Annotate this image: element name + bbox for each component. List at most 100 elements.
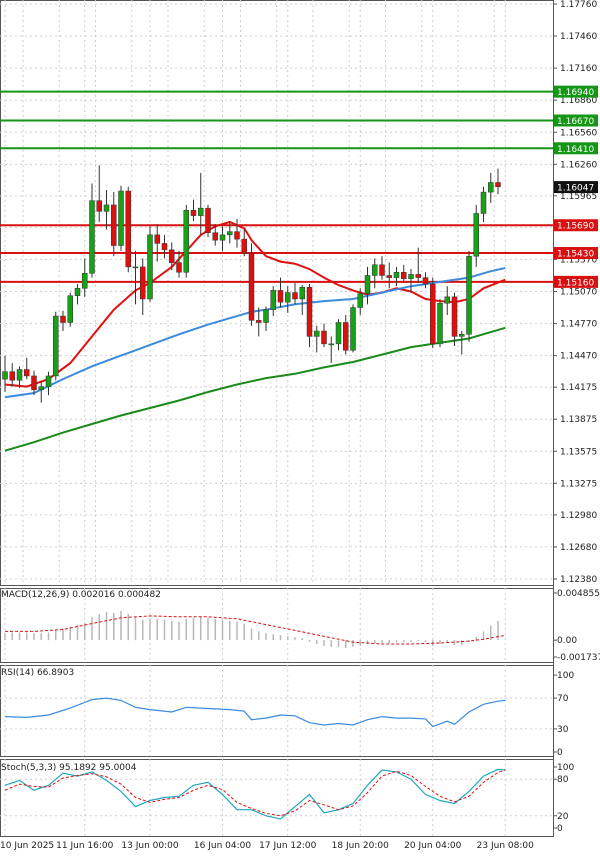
candle-body [183,210,189,273]
candle-body [169,249,175,263]
rsi-tick-label: 30 [557,725,569,735]
rsi-panel: RSI(14) 66.8903 [0,668,553,730]
candle-body [364,275,371,294]
resistance-level-label: 1.16940 [557,88,594,98]
candle-body [488,182,494,193]
current-price-label: 1.16047 [557,184,594,194]
time-tick-label: 20 Jun 04:00 [404,841,461,851]
stochastic-tick-label: 80 [557,775,569,785]
candle-body [263,309,269,323]
support-level-label: 1.15690 [557,222,594,232]
macd-panel: MACD(12,26,9) 0.002016 0.000482 [1,590,506,648]
candle-body [212,232,218,241]
candle-body [321,330,327,345]
candle-body [234,231,240,240]
candle-body [82,273,88,289]
rsi-line [4,697,506,728]
candle-body [459,334,465,337]
resistance-level-label: 1.16410 [557,145,594,155]
stochastic-tick-label: 0 [557,824,563,834]
stochastic-panel: Stoch(5,3,3) 95.1892 95.0004 [0,763,553,820]
candle-body [67,295,73,323]
stochastic-d-line [4,769,506,817]
candle-body [285,292,291,303]
candle-body [147,234,153,300]
candle-body [205,207,211,233]
candle-body [379,264,385,276]
candle-body [480,191,487,214]
price-tick-label: 1.16560 [560,128,597,138]
candlestick-layer [2,165,501,403]
candle-body [415,274,421,278]
time-tick-label: 16 Jun 04:00 [194,841,251,851]
candle-body [292,292,298,300]
price-tick-label: 1.16260 [560,160,597,170]
candle-body [314,330,320,337]
price-tick-label: 1.14470 [560,352,597,362]
candle-body [422,277,429,285]
macd-tick-label: 0.00 [557,636,577,646]
price-tick-label: 1.13575 [560,447,597,457]
candle-body [393,272,400,278]
macd-signal-line [5,615,506,645]
support-level-label: 1.15430 [557,250,594,260]
candle-body [176,262,182,273]
candle-body [45,375,52,387]
macd-label: MACD(12,26,9) 0.002016 0.000482 [1,590,161,600]
candle-body [24,369,30,377]
candle-body [299,286,305,300]
support-level-label: 1.15160 [557,278,594,288]
candle-body [2,371,8,380]
candle-body [248,252,255,321]
stochastic-label: Stoch(5,3,3) 95.1892 95.0004 [1,763,137,773]
stochastic-tick-label: 100 [557,763,574,773]
candle-body [430,283,436,345]
time-tick-label: 17 Jun 12:00 [259,841,316,851]
candle-body [227,231,233,236]
candle-body [111,204,117,246]
price-tick-label: 1.12380 [560,575,597,585]
rsi-tick-label: 100 [557,671,574,681]
time-tick-label: 10 Jun 2025 [0,841,54,851]
price-tick-label: 1.12980 [560,511,597,521]
candle-body [198,207,204,216]
candle-body [161,243,168,251]
forex-chart: MACD(12,26,9) 0.002016 0.000482 RSI(14) … [0,0,600,851]
price-tick-label: 1.13275 [560,479,597,489]
time-tick-label: 18 Jun 20:00 [332,841,389,851]
candle-body [118,190,124,246]
time-tick-label: 13 Jun 00:00 [121,841,178,851]
candle-body [343,322,349,351]
rsi-tick-label: 0 [557,748,563,758]
candle-body [60,315,66,323]
candle-body [386,275,392,278]
candle-body [277,290,284,303]
candle-body [241,238,247,254]
candle-body [444,296,450,304]
candle-body [103,204,110,212]
candle-body [473,213,479,257]
candle-body [437,303,443,345]
resistance-level-label: 1.16670 [557,117,594,127]
candle-body [451,296,458,337]
candle-body [219,234,226,241]
rsi-tick-label: 70 [557,694,569,704]
candle-body [16,369,23,381]
price-tick-label: 1.17760 [560,0,597,10]
price-tick-label: 1.17160 [560,64,597,74]
time-tick-label: 11 Jun 16:00 [56,841,113,851]
candle-body [53,315,59,377]
price-tick-label: 1.15070 [560,288,597,298]
candle-body [408,274,414,279]
candle-body [306,286,313,337]
candle-body [89,200,95,274]
price-tick-label: 1.12680 [560,543,597,553]
candle-body [132,266,139,269]
candle-body [125,190,131,268]
candle-body [372,264,378,276]
candle-body [74,288,81,297]
macd-tick-label: -0.001737 [557,653,600,663]
moving-average-line [4,326,506,452]
candle-body [31,375,37,391]
candle-body [9,371,15,381]
